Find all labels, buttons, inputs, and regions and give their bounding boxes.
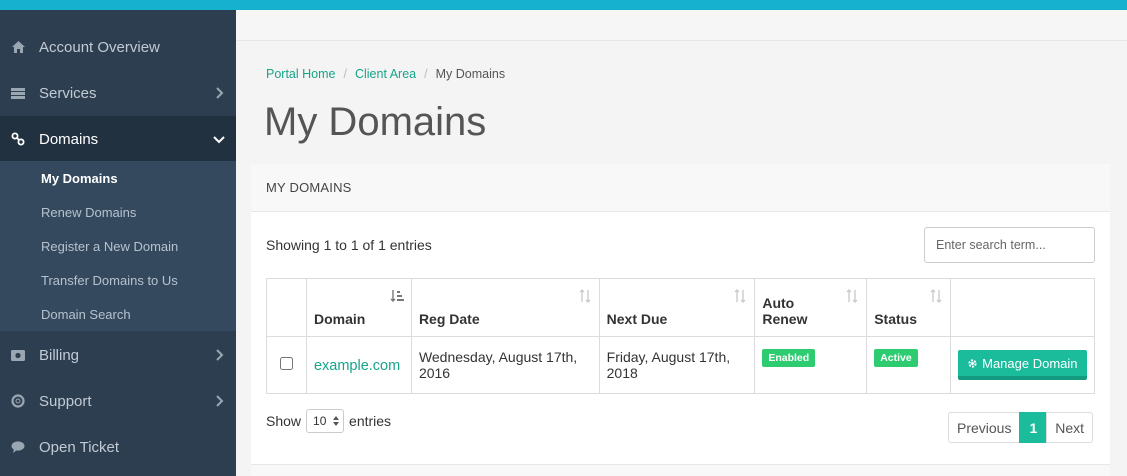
page-title: My Domains [264,100,487,144]
sort-icon [579,289,591,303]
actions-cell: Manage Domain [950,336,1095,394]
sort-icon [846,289,858,303]
breadcrumb: Portal Home / Client Area / My Domains [266,67,505,81]
billing-icon [11,348,25,362]
top-accent-bar [0,0,1127,10]
lifebuoy-icon [11,394,25,408]
submenu-item-renew-domains[interactable]: Renew Domains [0,195,236,229]
column-header-auto-renew[interactable]: Auto Renew [754,278,868,337]
sidebar-item-billing[interactable]: Billing [0,332,236,378]
auto-renew-badge: Enabled [762,349,816,367]
pagination-page-1[interactable]: 1 [1019,412,1048,443]
home-icon [11,40,25,54]
sidebar-item-label: Support [39,392,92,410]
chevron-right-icon [216,87,224,99]
sidebar-item-open-ticket[interactable]: Open Ticket [0,424,236,470]
table-row: example.com Wednesday, August 17th, 2016… [266,336,1095,394]
chevron-down-icon [213,136,225,144]
page-length-control: Show 10 entries [266,409,391,433]
page-length-select[interactable]: 10 [306,409,345,433]
breadcrumb-separator: / [424,67,428,81]
table-header-row: Domain Reg Date Next Due Auto Renew Stat… [266,278,1095,337]
pagination-previous[interactable]: Previous [948,412,1021,443]
sidebar-item-label: Open Ticket [39,438,120,456]
column-header-reg-date[interactable]: Reg Date [410,278,600,337]
sort-ascending-icon [390,290,404,302]
breadcrumb-separator: / [343,67,347,81]
next-due-cell: Friday, August 17th, 2018 [598,336,756,394]
main-content: Portal Home / Client Area / My Domains My Do… [236,10,1127,476]
panel-header: MY DOMAINS [251,164,1110,212]
sidebar-item-support[interactable]: Support [0,378,236,424]
sidebar-item-label: Domains [39,130,99,148]
panel-title: MY DOMAINS [266,180,352,195]
domains-panel: MY DOMAINS Showing 1 to 1 of 1 entries D… [251,164,1110,476]
submenu-item-transfer-domains[interactable]: Transfer Domains to Us [0,263,236,297]
domain-link[interactable]: example.com [314,358,400,374]
sidebar-item-label: Services [39,84,97,102]
manage-domain-button[interactable]: Manage Domain [958,350,1087,380]
services-icon [11,86,25,100]
auto-renew-cell: Enabled [754,336,868,394]
search-input[interactable] [924,227,1095,263]
sort-icon [930,289,942,303]
breadcrumb-client-area[interactable]: Client Area [355,67,416,81]
sidebar-item-services[interactable]: Services [0,70,236,116]
link-icon [11,132,25,146]
column-header-actions [950,278,1095,337]
sidebar-item-domains[interactable]: Domains [0,116,236,162]
status-cell: Active [866,336,952,394]
domain-cell: example.com [305,336,412,394]
pagination-next[interactable]: Next [1046,412,1094,443]
table-info: Showing 1 to 1 of 1 entries [266,237,432,253]
sidebar-item-label: Billing [39,346,80,364]
reg-date-cell: Wednesday, August 17th, 2016 [410,336,600,394]
column-header-next-due[interactable]: Next Due [598,278,756,337]
header-strip [236,10,1127,41]
column-header-status[interactable]: Status [866,278,952,337]
chevron-right-icon [216,349,224,361]
sort-icon [734,289,746,303]
breadcrumb-current: My Domains [435,67,506,81]
pagination: Previous 1 Next [948,412,1094,443]
sidebar: Account Overview Services Domains My Dom… [0,10,236,476]
chevron-right-icon [216,395,224,407]
row-select-checkbox[interactable] [279,357,293,370]
domains-table: Domain Reg Date Next Due Auto Renew Stat… [266,278,1095,394]
gear-icon [968,359,977,368]
panel-footer [251,464,1110,476]
domains-submenu: My Domains Renew Domains Register a New … [0,161,236,331]
submenu-item-domain-search[interactable]: Domain Search [0,297,236,331]
column-header-select [266,278,307,337]
submenu-item-register-domain[interactable]: Register a New Domain [0,229,236,263]
status-badge: Active [874,349,918,367]
comment-icon [11,440,25,454]
breadcrumb-portal-home[interactable]: Portal Home [266,67,335,81]
select-cell [266,336,307,394]
submenu-item-my-domains[interactable]: My Domains [0,161,236,195]
column-header-domain[interactable]: Domain [305,278,412,337]
sidebar-item-label: Account Overview [39,38,160,56]
select-arrows-icon [333,416,340,426]
sidebar-item-account-overview[interactable]: Account Overview [0,24,236,70]
